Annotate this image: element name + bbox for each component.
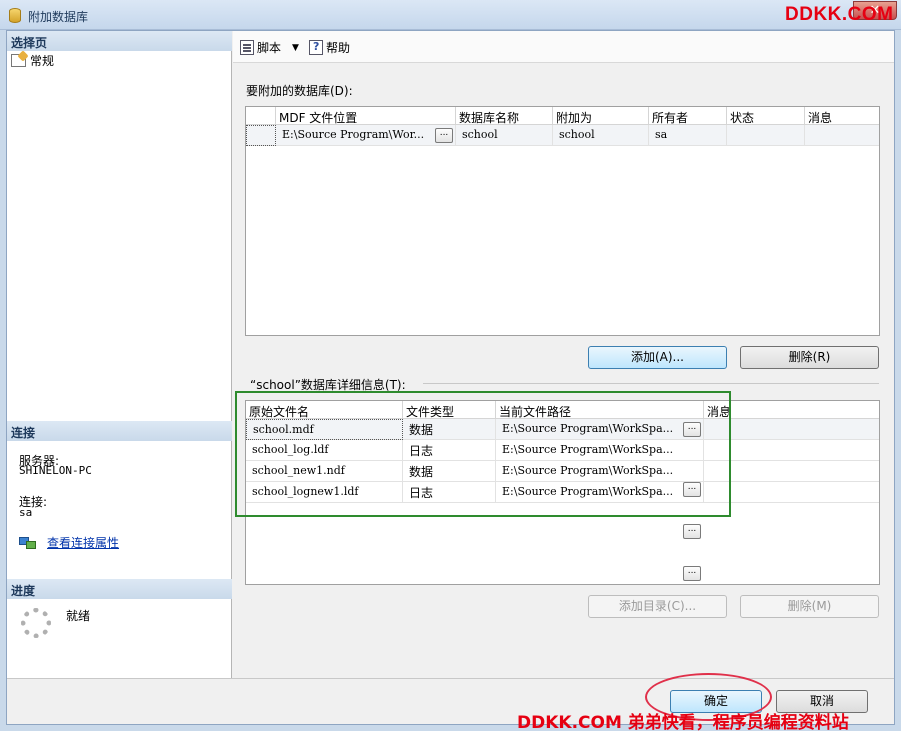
connection-value: sa (19, 506, 33, 519)
script-button[interactable]: 脚本 ▼ (240, 39, 299, 56)
row-selector[interactable] (246, 125, 276, 146)
script-label: 脚本 (257, 41, 282, 55)
mdf-location-cell[interactable]: E:\Source Program\Wor... (276, 125, 456, 146)
owner-cell[interactable]: sa (649, 125, 727, 146)
progress-spinner-icon (21, 608, 51, 638)
database-icon (9, 8, 21, 23)
database-details-label: “school”数据库详细信息(T): (250, 378, 406, 392)
column-header: 状态 (727, 107, 805, 125)
file-type-cell: 数据 (403, 461, 496, 482)
connection-header: 连接 (7, 421, 232, 441)
file-path-cell[interactable]: E:\Source Program\WorkSpa... (496, 419, 704, 440)
select-page-header: 选择页 (7, 31, 232, 51)
table-row[interactable]: E:\Source Program\Wor... ... school scho… (246, 125, 879, 146)
left-panel: 选择页 常规 连接 服务器: SHINELON-PC 连接: sa 查看连接属性… (7, 31, 232, 678)
toolbar: 脚本 ▼ 帮助 (233, 31, 894, 63)
browse-path-button[interactable]: ... (683, 566, 701, 581)
file-name-cell[interactable]: school.mdf (246, 419, 403, 440)
help-label: 帮助 (326, 41, 351, 55)
add-catalog-button[interactable]: 添加目录(C)... (588, 595, 727, 618)
file-type-cell: 日志 (403, 482, 496, 503)
progress-header: 进度 (7, 579, 232, 599)
table-row[interactable]: school_log.ldf 日志 E:\Source Program\Work… (246, 440, 879, 497)
help-icon (309, 40, 323, 55)
attach-databases-grid[interactable]: MDF 文件位置 数据库名称 附加为 所有者 状态 消息 E:\Source P… (245, 106, 880, 336)
attach-as-cell[interactable]: school (553, 125, 649, 146)
grid-header: 原始文件名 文件类型 当前文件路径 消息 (246, 401, 879, 419)
remove-database-button[interactable]: 删除(R) (740, 346, 879, 369)
table-row[interactable]: school.mdf 数据 E:\Source Program\WorkSpa.… (246, 419, 879, 440)
watermark-top: DDKK.COM (785, 4, 894, 25)
column-header: 消息 (707, 405, 732, 419)
browse-mdf-button[interactable]: ... (435, 128, 453, 143)
help-button[interactable]: 帮助 (309, 39, 350, 56)
status-cell (727, 125, 805, 146)
window-title: 附加数据库 (28, 10, 89, 24)
chevron-down-icon[interactable]: ▼ (292, 43, 299, 53)
title-bar: 附加数据库 ✕ (0, 0, 901, 30)
browse-path-button[interactable]: ... (683, 524, 701, 539)
divider (423, 383, 879, 384)
file-path-cell[interactable]: E:\Source Program\WorkSpa... (496, 482, 704, 503)
column-header: 当前文件路径 (496, 401, 704, 419)
nav-item-label: 常规 (30, 53, 55, 68)
file-type-cell: 数据 (403, 419, 496, 440)
table-row[interactable]: school_new1.ndf 数据 E:\Source Program\Wor… (246, 461, 879, 539)
script-icon (240, 40, 254, 55)
remove-file-button[interactable]: 删除(M) (740, 595, 879, 618)
file-path-cell[interactable]: E:\Source Program\WorkSpa... (496, 461, 704, 482)
column-header: 消息 (808, 111, 833, 125)
watermark-bottom: DDKK.COM 弟弟快看，程序员编程资料站 (517, 713, 849, 731)
nav-item-general[interactable]: 常规 (11, 52, 54, 68)
progress-status: 就绪 (66, 609, 91, 623)
database-details-grid[interactable]: 原始文件名 文件类型 当前文件路径 消息 school.mdf 数据 E:\So… (245, 400, 880, 585)
file-path-cell[interactable]: E:\Source Program\WorkSpa... (496, 440, 704, 461)
browse-path-button[interactable]: ... (683, 422, 701, 437)
file-name-cell[interactable]: school_log.ldf (246, 440, 403, 461)
db-name-cell[interactable]: school (456, 125, 553, 146)
page-settings-icon (11, 53, 26, 67)
message-cell (805, 125, 879, 146)
file-type-cell: 日志 (403, 440, 496, 461)
file-name-cell[interactable]: school_lognew1.ldf (246, 482, 403, 503)
column-header: 原始文件名 (246, 401, 403, 419)
view-connection-properties-link[interactable]: 查看连接属性 (47, 534, 119, 551)
column-header: 文件类型 (403, 401, 496, 419)
table-row[interactable]: school_lognew1.ldf 日志 E:\Source Program\… (246, 482, 879, 581)
connection-properties-icon (19, 535, 37, 549)
file-name-cell[interactable]: school_new1.ndf (246, 461, 403, 482)
column-header: 数据库名称 (456, 107, 553, 125)
server-value: SHINELON-PC (19, 464, 92, 477)
add-database-button[interactable]: 添加(A)... (588, 346, 727, 369)
column-header: 附加为 (553, 107, 649, 125)
attach-databases-label: 要附加的数据库(D): (246, 84, 353, 98)
column-header: MDF 文件位置 (276, 107, 456, 125)
column-header: 所有者 (649, 107, 727, 125)
grid-header: MDF 文件位置 数据库名称 附加为 所有者 状态 消息 (246, 107, 879, 125)
